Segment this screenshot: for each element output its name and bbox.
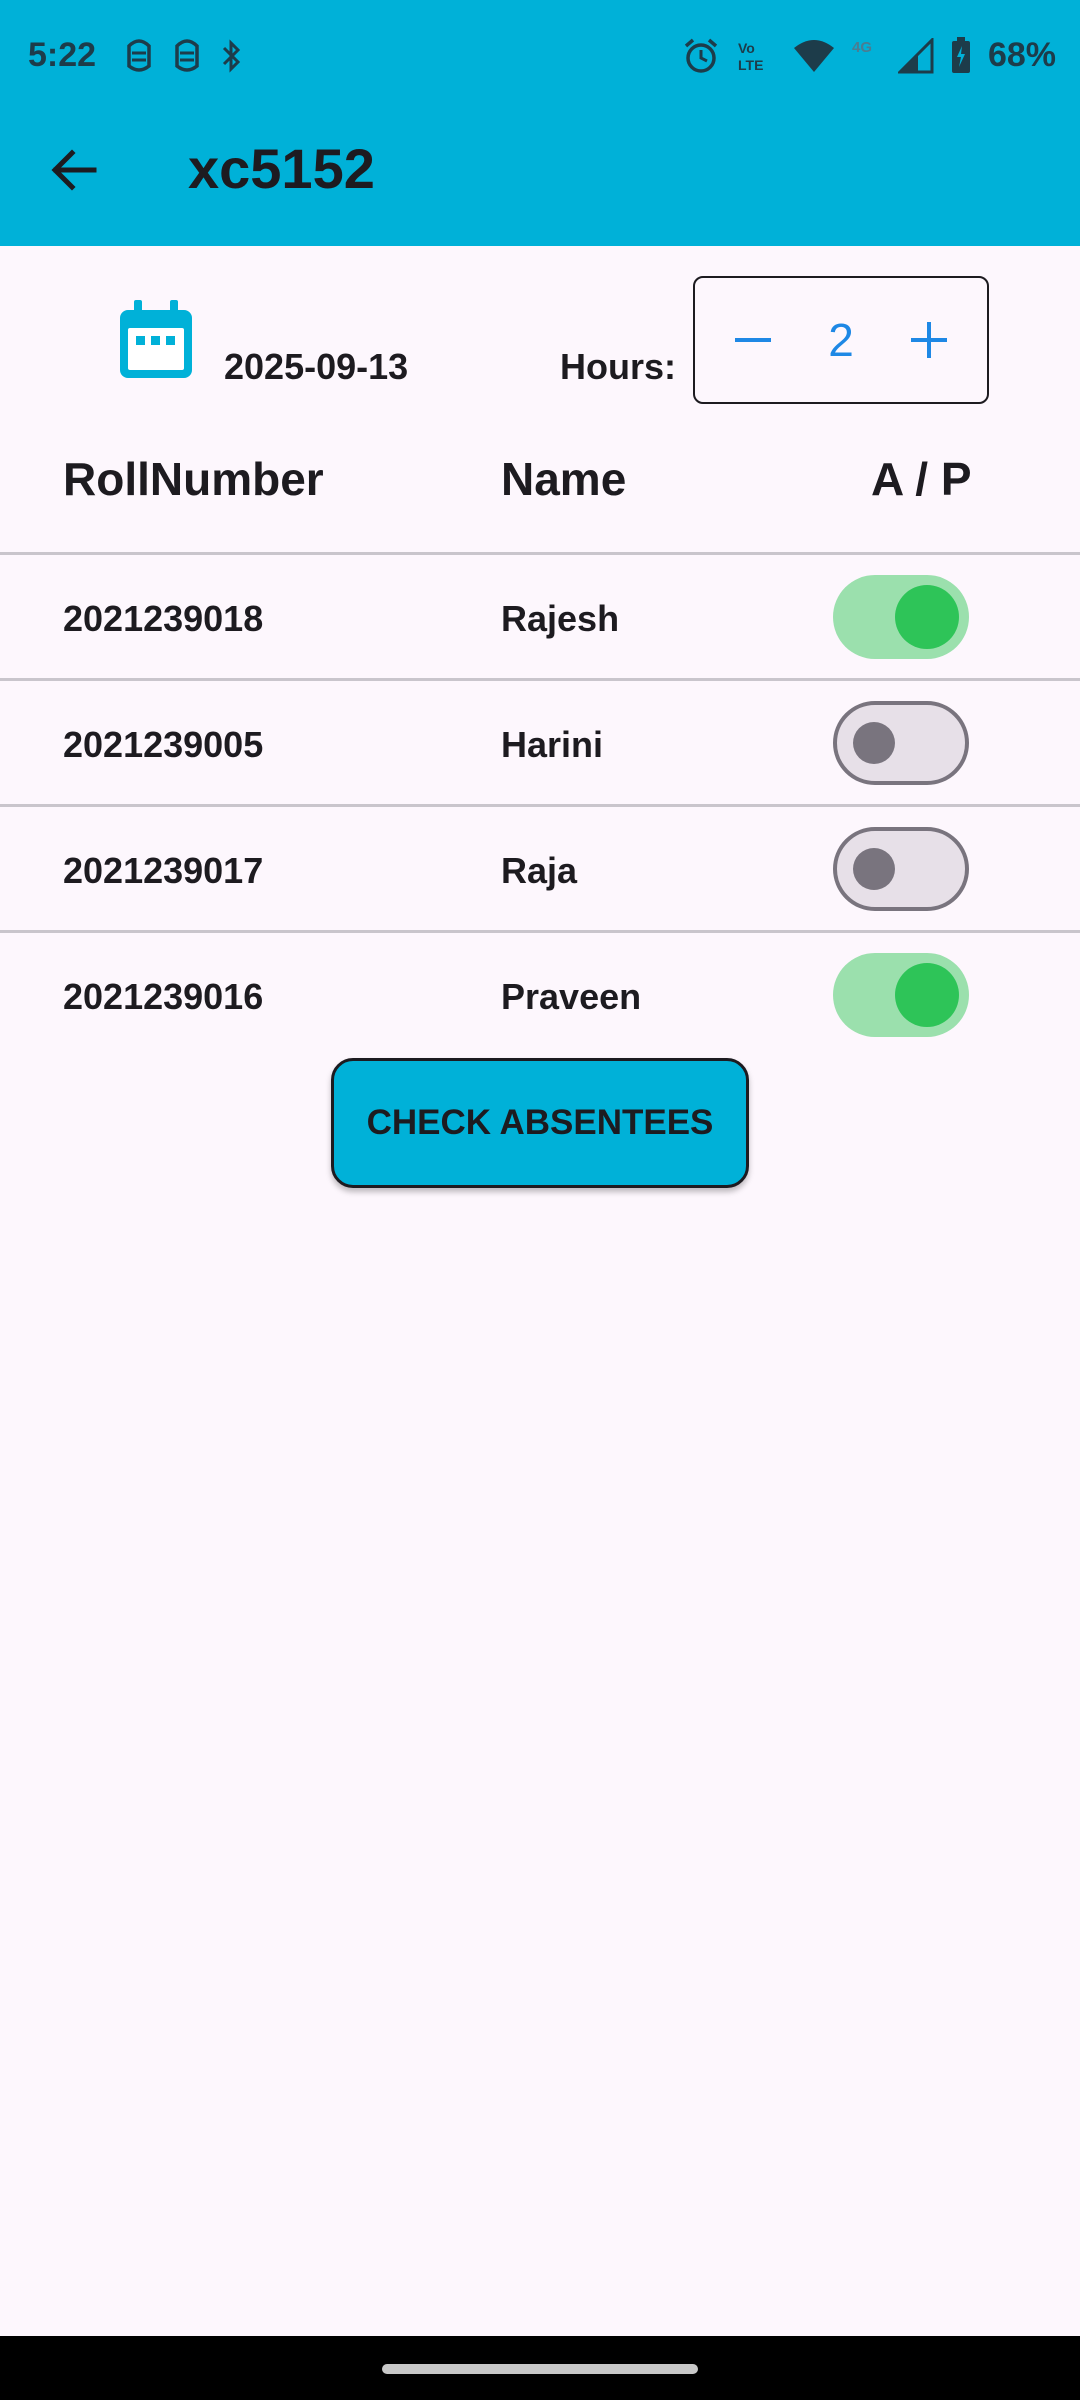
roll-number: 2021239005 [63, 724, 264, 765]
student-name: Raja [501, 850, 578, 891]
wifi-icon [793, 39, 834, 72]
hours-label: Hours: [560, 346, 676, 387]
hours-value: 2 [828, 314, 854, 366]
4g-icon: 4G [852, 39, 872, 56]
plus-icon [911, 322, 947, 358]
signal-icon [897, 37, 934, 73]
svg-text:LTE: LTE [738, 57, 763, 73]
selected-date[interactable]: 2025-09-13 [224, 346, 408, 388]
notification-icon [175, 39, 199, 72]
back-button[interactable] [44, 140, 104, 200]
student-name: Harini [501, 724, 604, 765]
status-bar: 5:22 Vo LTE 4G 68% [0, 28, 1080, 88]
svg-text:4G: 4G [852, 39, 872, 56]
calendar-icon [120, 300, 192, 378]
arrow-back-icon [51, 149, 97, 191]
attendance-toggle[interactable] [833, 953, 969, 1037]
column-header-attendance: A / P [871, 453, 972, 505]
roll-number: 2021239016 [63, 976, 264, 1017]
attendance-toggle[interactable] [833, 701, 969, 785]
svg-text:Vo: Vo [738, 40, 755, 56]
roll-number: 2021239017 [63, 850, 264, 891]
bluetooth-icon [222, 39, 241, 73]
table-row: 2021239005 Harini [0, 681, 1080, 807]
table-row: 2021239017 Raja [0, 807, 1080, 933]
hours-stepper: 2 [693, 276, 989, 404]
column-header-name: Name [501, 453, 627, 505]
student-name: Praveen [501, 976, 642, 1017]
student-name: Rajesh [501, 598, 620, 639]
alarm-icon [684, 38, 718, 73]
battery-percentage: 68% [987, 36, 1056, 74]
top-app-bar: 5:22 Vo LTE 4G 68% xc5152 [0, 0, 1080, 246]
table-row: 2021239018 Rajesh [0, 555, 1080, 681]
column-header-rollnumber: RollNumber [63, 453, 324, 505]
decrement-hours-button[interactable] [723, 310, 783, 370]
roll-number: 2021239018 [63, 598, 264, 639]
volte-icon: VoLTE [738, 40, 763, 73]
page-title: xc5152 [188, 137, 375, 200]
battery-icon [951, 36, 970, 73]
system-navigation-bar [0, 2336, 1080, 2400]
increment-hours-button[interactable] [899, 310, 959, 370]
check-absentees-button[interactable]: CHECK ABSENTEES [331, 1058, 749, 1188]
table-row: 2021239016 Praveen [0, 933, 1080, 1059]
notification-icon [127, 39, 151, 72]
status-time: 5:22 [28, 36, 97, 74]
date-picker-button[interactable] [120, 300, 192, 378]
home-gesture-handle[interactable] [382, 2364, 698, 2374]
minus-icon [735, 338, 771, 342]
attendance-toggle[interactable] [833, 575, 969, 659]
attendance-toggle[interactable] [833, 827, 969, 911]
